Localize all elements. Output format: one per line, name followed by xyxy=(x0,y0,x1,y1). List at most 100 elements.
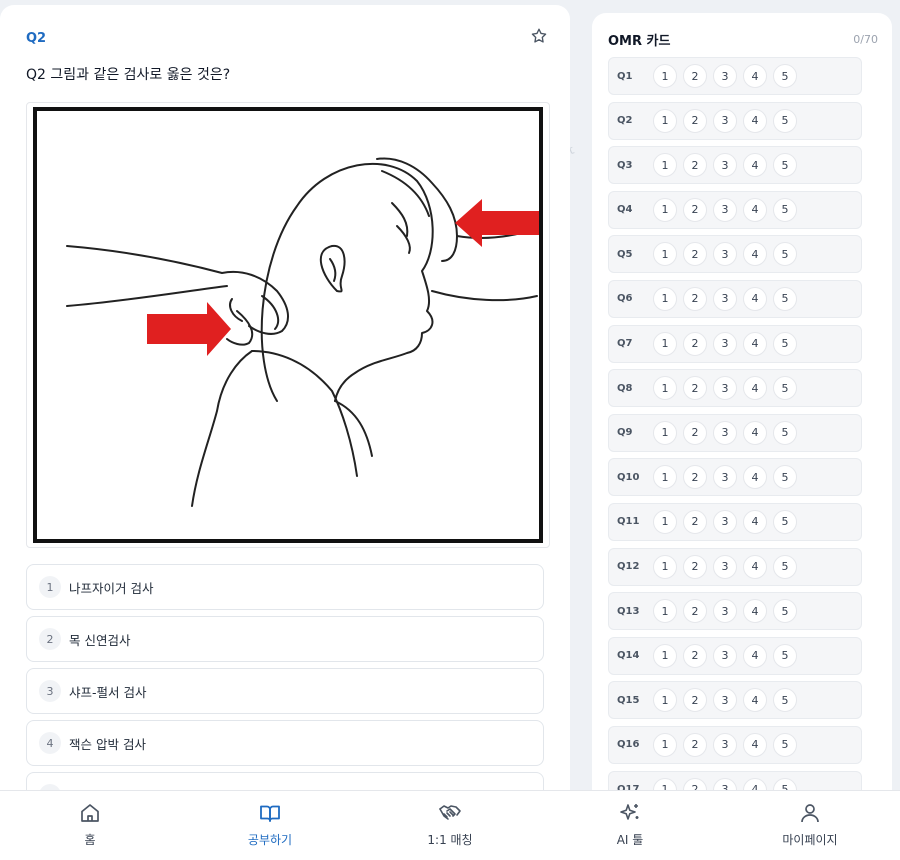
omr-bubble[interactable]: 4 xyxy=(743,420,767,445)
nav-label: AI 툴 xyxy=(616,833,644,847)
omr-bubble[interactable]: 5 xyxy=(773,732,797,757)
omr-bubble[interactable]: 4 xyxy=(743,554,767,579)
omr-bubble[interactable]: 1 xyxy=(653,420,677,445)
omr-bubble[interactable]: 4 xyxy=(743,331,767,356)
omr-bubble[interactable]: 3 xyxy=(713,64,737,88)
omr-bubble[interactable]: 2 xyxy=(683,64,707,88)
omr-bubble[interactable]: 1 xyxy=(653,376,677,401)
omr-bubble[interactable]: 1 xyxy=(653,509,677,534)
omr-bubble[interactable]: 4 xyxy=(743,643,767,668)
omr-bubble[interactable]: 1 xyxy=(653,599,677,624)
omr-rows[interactable]: Q1 1 2 3 4 5 Q2 1 2 3 4 5 Q3 1 2 3 4 5 Q4 1 2 3 4 5 Q5 1 2 3 4 5 Q6 1 2 3… xyxy=(608,57,876,809)
question-number: Q2 xyxy=(26,31,47,46)
omr-bubble[interactable]: 2 xyxy=(683,420,707,445)
omr-bubble[interactable]: 2 xyxy=(683,286,707,311)
omr-bubble[interactable]: 5 xyxy=(773,331,797,356)
choice-number: 1 xyxy=(39,576,61,598)
omr-bubble[interactable]: 5 xyxy=(773,420,797,445)
omr-bubble[interactable]: 2 xyxy=(683,599,707,624)
omr-bubble[interactable]: 4 xyxy=(743,197,767,222)
omr-bubble[interactable]: 5 xyxy=(773,286,797,311)
omr-bubble[interactable]: 3 xyxy=(713,197,737,222)
omr-question-label: Q5 xyxy=(617,248,633,260)
omr-bubble[interactable]: 4 xyxy=(743,242,767,267)
omr-bubble[interactable]: 5 xyxy=(773,554,797,579)
omr-bubble[interactable]: 4 xyxy=(743,732,767,757)
nav-home[interactable]: 홈 xyxy=(0,791,180,860)
omr-bubble[interactable]: 3 xyxy=(713,554,737,579)
omr-bubble[interactable]: 3 xyxy=(713,376,737,401)
omr-bubble[interactable]: 3 xyxy=(713,688,737,713)
choice-number: 4 xyxy=(39,732,61,754)
choice-2[interactable]: 2 목 신연검사 xyxy=(26,616,544,662)
omr-bubble[interactable]: 5 xyxy=(773,153,797,178)
omr-bubble[interactable]: 3 xyxy=(713,420,737,445)
omr-bubble[interactable]: 4 xyxy=(743,599,767,624)
omr-bubble[interactable]: 5 xyxy=(773,465,797,490)
omr-bubble[interactable]: 1 xyxy=(653,108,677,133)
omr-bubble[interactable]: 1 xyxy=(653,554,677,579)
omr-bubble[interactable]: 4 xyxy=(743,153,767,178)
omr-bubble[interactable]: 4 xyxy=(743,64,767,88)
omr-bubble[interactable]: 2 xyxy=(683,197,707,222)
omr-bubble[interactable]: 5 xyxy=(773,108,797,133)
omr-bubble[interactable]: 3 xyxy=(713,599,737,624)
omr-bubble[interactable]: 3 xyxy=(713,153,737,178)
omr-bubble[interactable]: 4 xyxy=(743,688,767,713)
star-icon[interactable] xyxy=(530,27,548,45)
choice-4[interactable]: 4 잭슨 압박 검사 xyxy=(26,720,544,766)
omr-bubble[interactable]: 1 xyxy=(653,286,677,311)
omr-bubble[interactable]: 3 xyxy=(713,465,737,490)
omr-bubble[interactable]: 3 xyxy=(713,643,737,668)
omr-bubble[interactable]: 2 xyxy=(683,688,707,713)
omr-bubble[interactable]: 3 xyxy=(713,732,737,757)
nav-mypage[interactable]: 마이페이지 xyxy=(720,791,900,860)
omr-bubble[interactable]: 2 xyxy=(683,643,707,668)
omr-bubble[interactable]: 4 xyxy=(743,509,767,534)
omr-bubble[interactable]: 5 xyxy=(773,197,797,222)
choice-1[interactable]: 1 나프자이거 검사 xyxy=(26,564,544,610)
omr-bubble[interactable]: 2 xyxy=(683,331,707,356)
omr-bubble[interactable]: 1 xyxy=(653,732,677,757)
omr-bubble[interactable]: 3 xyxy=(713,286,737,311)
omr-bubble[interactable]: 5 xyxy=(773,599,797,624)
omr-bubble[interactable]: 5 xyxy=(773,643,797,668)
omr-bubble[interactable]: 5 xyxy=(773,376,797,401)
omr-bubble[interactable]: 4 xyxy=(743,286,767,311)
omr-bubble[interactable]: 5 xyxy=(773,509,797,534)
omr-bubble[interactable]: 1 xyxy=(653,242,677,267)
omr-bubble[interactable]: 4 xyxy=(743,376,767,401)
omr-bubble[interactable]: 1 xyxy=(653,688,677,713)
choice-label: 잭슨 압박 검사 xyxy=(69,736,146,752)
omr-bubble[interactable]: 5 xyxy=(773,64,797,88)
omr-bubble[interactable]: 2 xyxy=(683,732,707,757)
nav-matching[interactable]: 1:1 매칭 xyxy=(360,791,540,860)
nav-study[interactable]: 공부하기 xyxy=(180,791,360,860)
omr-bubble[interactable]: 2 xyxy=(683,153,707,178)
omr-bubble[interactable]: 2 xyxy=(683,376,707,401)
omr-bubble[interactable]: 5 xyxy=(773,688,797,713)
omr-bubble[interactable]: 2 xyxy=(683,108,707,133)
omr-bubble[interactable]: 3 xyxy=(713,242,737,267)
omr-bubble[interactable]: 1 xyxy=(653,64,677,88)
nav-ai-tool[interactable]: AI 툴 xyxy=(540,791,720,860)
omr-bubble[interactable]: 2 xyxy=(683,465,707,490)
omr-bubble[interactable]: 3 xyxy=(713,509,737,534)
omr-bubble[interactable]: 1 xyxy=(653,643,677,668)
omr-bubble[interactable]: 2 xyxy=(683,242,707,267)
omr-question-label: Q12 xyxy=(617,561,640,573)
omr-bubble[interactable]: 3 xyxy=(713,108,737,133)
omr-bubble[interactable]: 4 xyxy=(743,108,767,133)
choice-number: 3 xyxy=(39,680,61,702)
omr-bubble[interactable]: 4 xyxy=(743,465,767,490)
omr-bubble[interactable]: 1 xyxy=(653,331,677,356)
omr-bubble[interactable]: 2 xyxy=(683,554,707,579)
omr-bubble[interactable]: 5 xyxy=(773,242,797,267)
choice-3[interactable]: 3 샤프-펄서 검사 xyxy=(26,668,544,714)
omr-bubble[interactable]: 1 xyxy=(653,465,677,490)
omr-row: Q2 1 2 3 4 5 xyxy=(608,101,862,140)
omr-bubble[interactable]: 1 xyxy=(653,153,677,178)
omr-bubble[interactable]: 3 xyxy=(713,331,737,356)
omr-bubble[interactable]: 2 xyxy=(683,509,707,534)
omr-bubble[interactable]: 1 xyxy=(653,197,677,222)
